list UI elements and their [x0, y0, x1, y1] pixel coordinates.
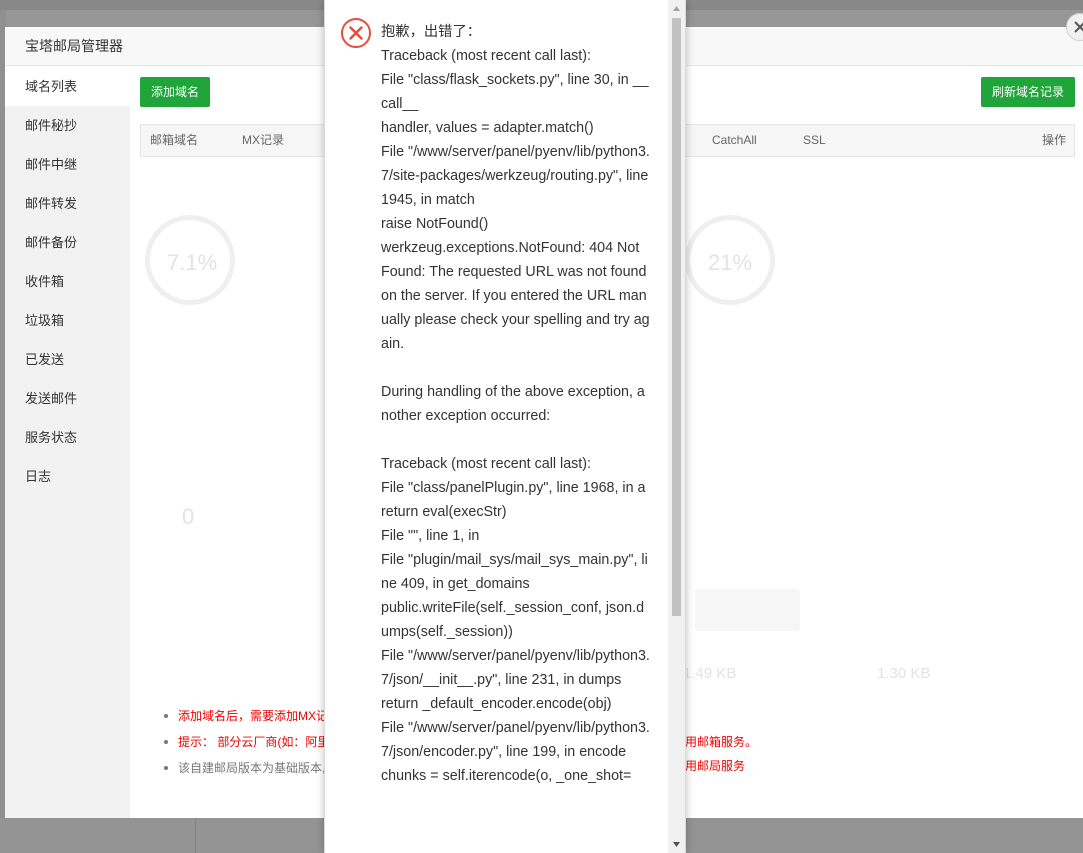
ghost-speed-left: 1.49 KB	[683, 665, 737, 682]
ghost-button	[695, 589, 800, 631]
sidebar-item-relay[interactable]: 邮件中继	[5, 145, 130, 184]
error-traceback: Traceback (most recent call last): File …	[381, 48, 650, 784]
sidebar-item-logs[interactable]: 日志	[5, 457, 130, 496]
sidebar-item-backup[interactable]: 邮件备份	[5, 223, 130, 262]
tip-cloud-vendor: 提示： 部分云厂商(如：阿里	[164, 729, 329, 755]
ghost-zero-value: 0	[182, 504, 195, 529]
error-dialog: 抱歉，出错了： Traceback (most recent call last…	[324, 0, 686, 853]
add-domain-button[interactable]: 添加域名	[140, 77, 211, 107]
sidebar-item-domain-list[interactable]: 域名列表	[5, 67, 130, 106]
tip-cloud-vendor-tail: 用邮局服务	[685, 759, 746, 773]
close-icon	[1074, 21, 1083, 33]
triangle-down-icon	[673, 842, 680, 847]
ghost-mem-percent: 21%	[708, 250, 753, 275]
sidebar-item-compose[interactable]: 发送邮件	[5, 379, 130, 418]
ghost-cpu-percent: 7.1%	[167, 250, 218, 275]
column-header-mx[interactable]: MX记录	[242, 125, 284, 156]
triangle-up-icon	[673, 6, 680, 11]
tips-list: 添加域名后，需要添加MX记 提示： 部分云厂商(如：阿里 该自建邮局版本为基础版…	[164, 703, 329, 781]
error-icon	[341, 18, 371, 48]
sidebar-item-forward[interactable]: 邮件转发	[5, 184, 130, 223]
sidebar-item-service-status[interactable]: 服务状态	[5, 418, 130, 457]
tip-basic-version: 该自建邮局版本为基础版本,	[164, 755, 329, 781]
sidebar-item-inbox[interactable]: 收件箱	[5, 262, 130, 301]
sidebar-item-sent[interactable]: 已发送	[5, 340, 130, 379]
error-scrollbar[interactable]	[668, 0, 685, 853]
column-header-ssl[interactable]: SSL	[803, 125, 826, 156]
error-title: 抱歉，出错了：	[381, 24, 482, 40]
scroll-thumb[interactable]	[672, 18, 681, 616]
sidebar-item-spam[interactable]: 垃圾箱	[5, 301, 130, 340]
scroll-down-button[interactable]	[668, 836, 685, 853]
tip-mx-record-tail: 用邮箱服务。	[685, 735, 758, 749]
scroll-up-button[interactable]	[668, 0, 685, 17]
column-header-domain[interactable]: 邮箱域名	[150, 125, 198, 156]
error-message: 抱歉，出错了： Traceback (most recent call last…	[381, 20, 651, 788]
ghost-speed-right: 1.30 KB	[877, 665, 931, 682]
column-header-actions[interactable]: 操作	[1042, 125, 1066, 156]
column-header-catchall[interactable]: CatchAll	[712, 125, 757, 156]
refresh-domain-records-button[interactable]: 刷新域名记录	[980, 77, 1075, 107]
sidebar-item-bcc[interactable]: 邮件秘抄	[5, 106, 130, 145]
tip-mx-record: 添加域名后，需要添加MX记	[164, 703, 329, 729]
mail-sidebar: 域名列表 邮件秘抄 邮件中继 邮件转发 邮件备份 收件箱 垃圾箱 已发送 发送邮…	[5, 67, 130, 818]
